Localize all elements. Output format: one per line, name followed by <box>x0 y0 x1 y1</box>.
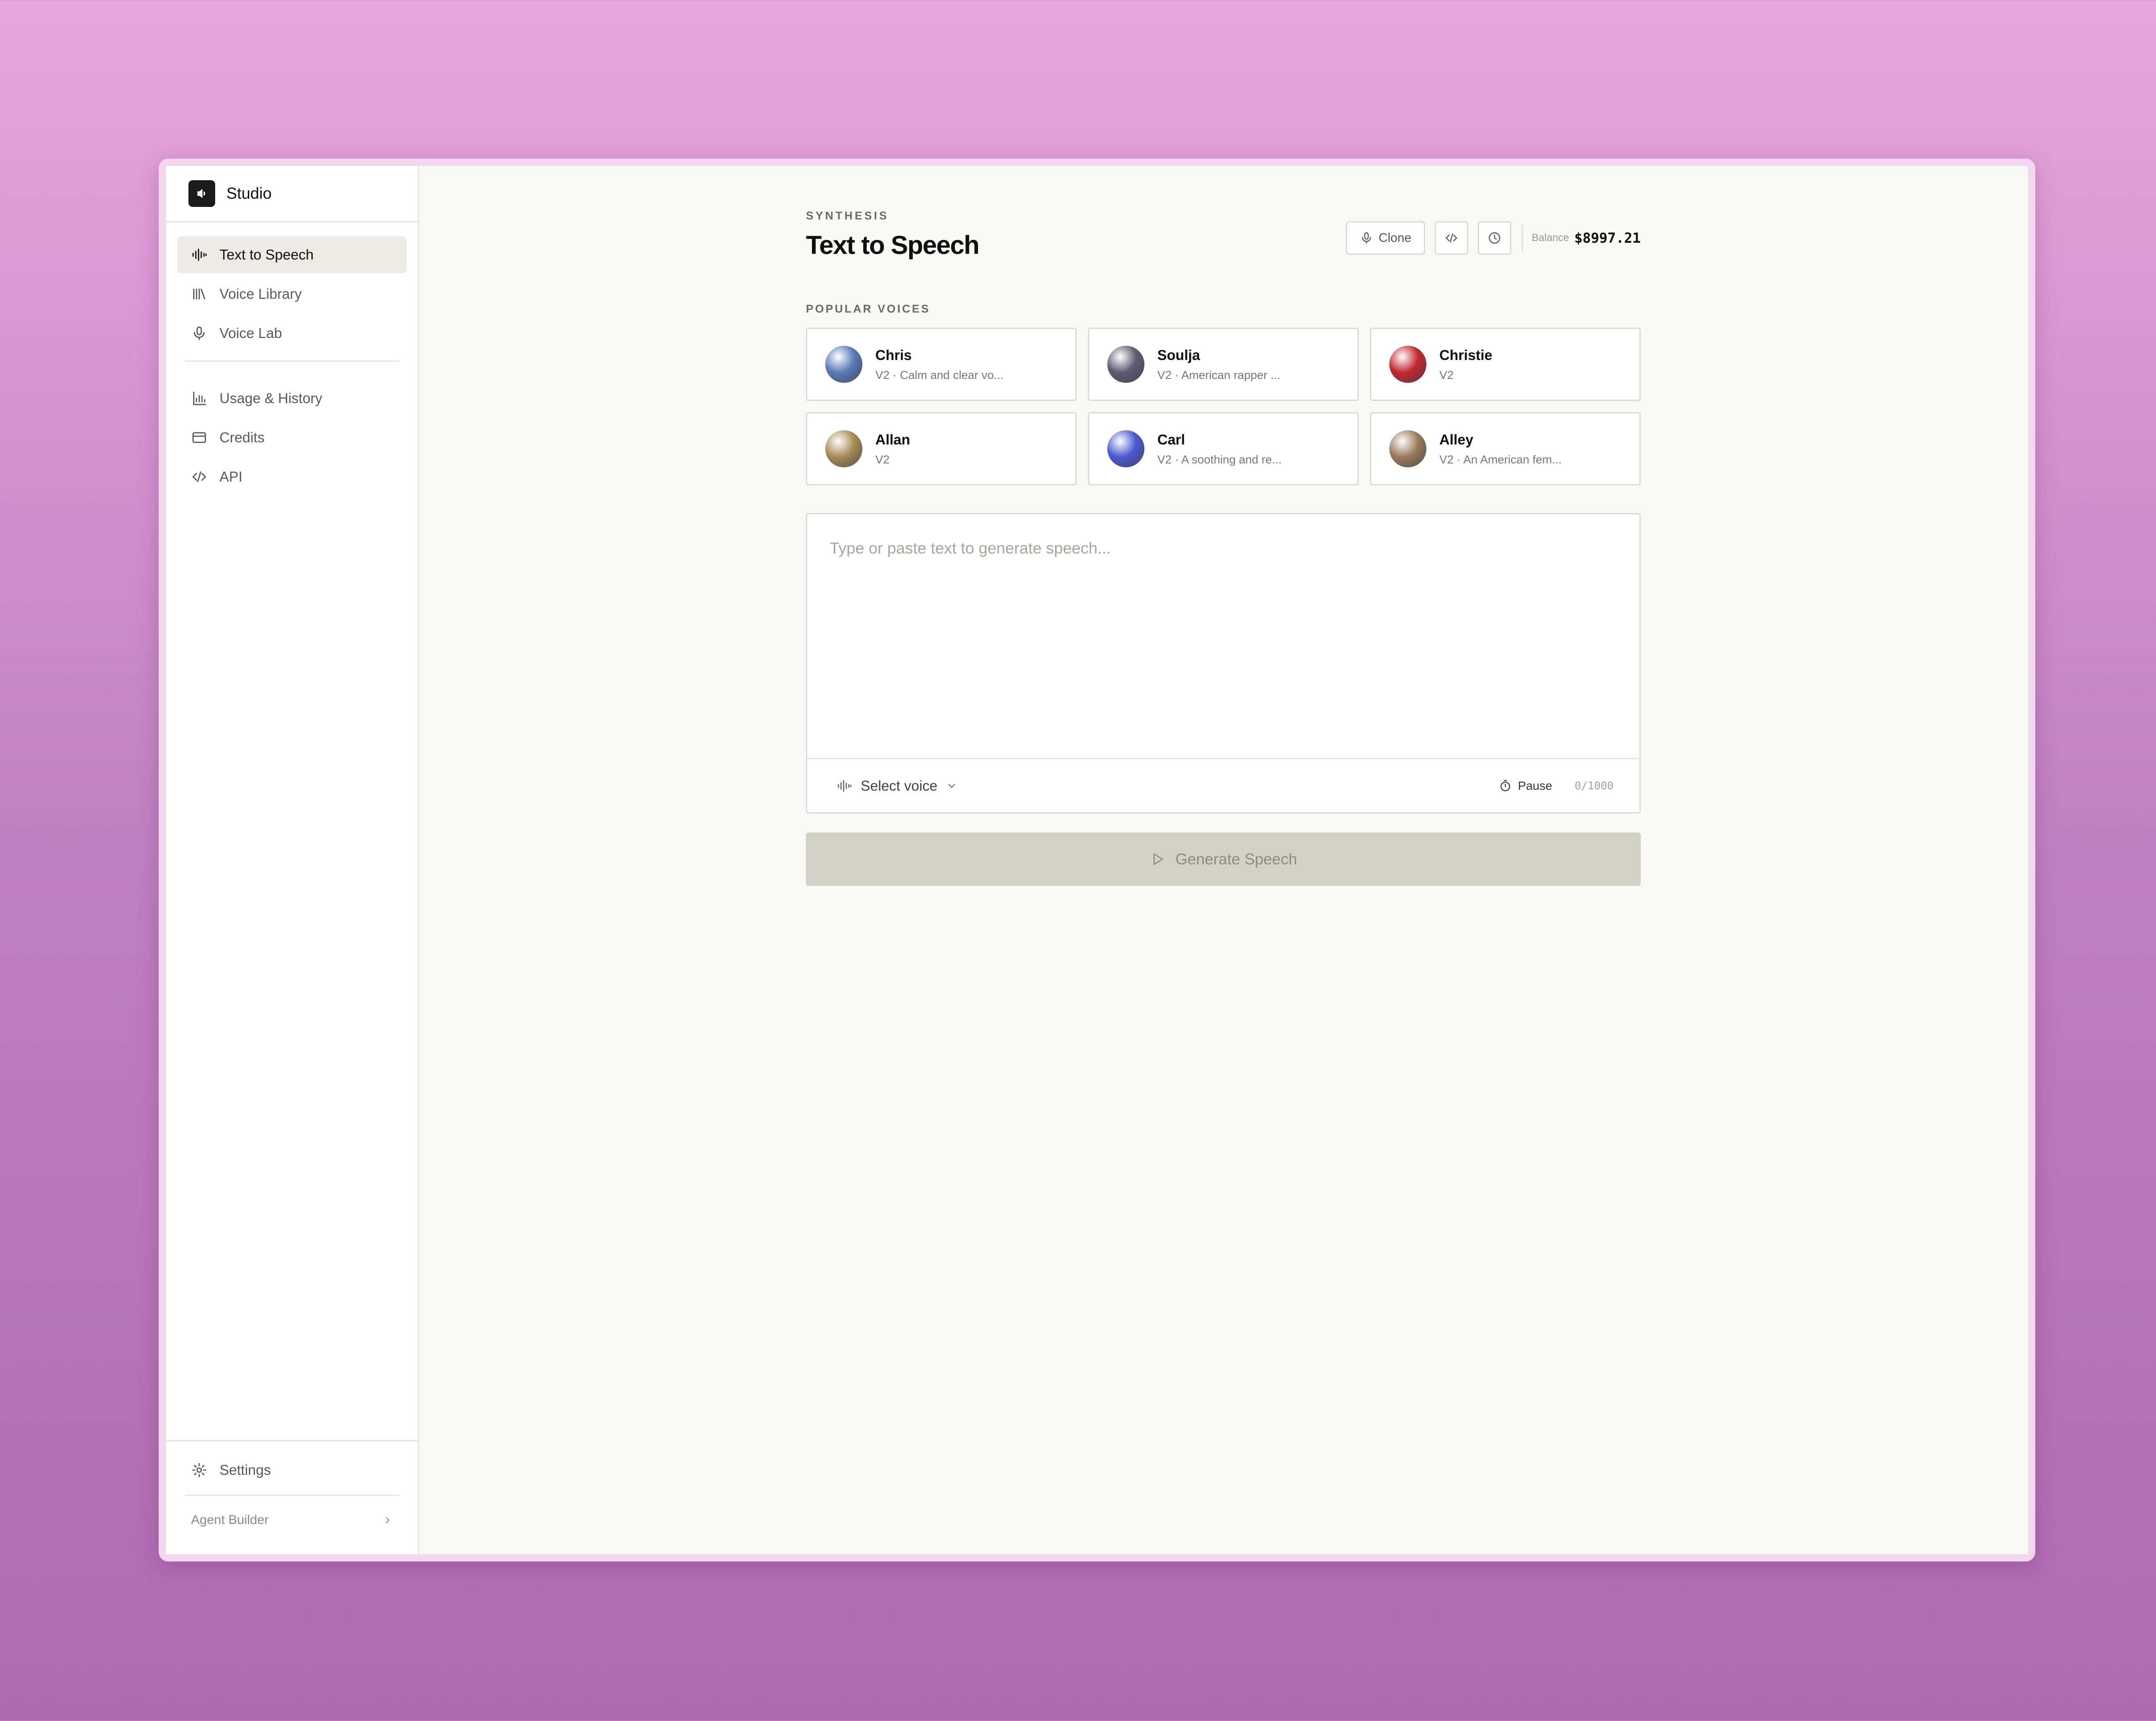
generate-speech-button[interactable]: Generate Speech <box>806 832 1641 886</box>
sidebar-divider <box>185 360 399 362</box>
timer-icon <box>1501 779 1510 791</box>
gear-icon <box>192 1463 207 1477</box>
pause-label: Pause <box>1518 779 1552 792</box>
voice-name: Chris <box>875 347 912 363</box>
app-frame: Studio Text to Speech Voice Library Voic… <box>159 159 2035 1561</box>
avatar <box>825 346 862 383</box>
sidebar-item-label: API <box>219 469 243 485</box>
voice-name: Alley <box>1439 431 1473 447</box>
select-voice-label: Select voice <box>861 777 937 794</box>
balance-label: Balance <box>1532 232 1569 244</box>
avatar <box>1107 430 1144 467</box>
text-editor: Select voice Pause <box>806 513 1641 814</box>
clone-label: Clone <box>1379 231 1412 245</box>
chevron-down-icon <box>948 784 955 788</box>
credit-card-icon <box>192 432 206 443</box>
header-toolbar: Clone Balance $8997.21 <box>1346 221 1641 255</box>
microphone-icon <box>1362 232 1371 244</box>
main-content: SYNTHESIS Text to Speech Clone Balance $… <box>419 166 2028 1554</box>
agent-builder-label: Agent Builder <box>191 1513 269 1527</box>
sidebar-item-voice-library[interactable]: Voice Library <box>177 275 407 313</box>
toolbar-divider <box>1522 225 1523 251</box>
select-voice-dropdown[interactable]: Select voice <box>837 778 957 794</box>
sidebar-footer: Settings Agent Builder <box>166 1440 418 1554</box>
avatar <box>825 430 862 467</box>
voice-description: V2 <box>1439 368 1454 382</box>
sidebar-item-label: Voice Lab <box>219 325 282 341</box>
section-eyebrow: SYNTHESIS <box>806 209 889 222</box>
voice-name: Allan <box>875 431 910 447</box>
voice-card-christie[interactable]: Christie V2 <box>1370 328 1641 401</box>
voice-card-alley[interactable]: Alley V2 · An American fem... <box>1370 412 1641 485</box>
microphone-icon <box>194 326 205 340</box>
avatar <box>1389 346 1426 383</box>
generate-speech-label: Generate Speech <box>1175 850 1297 868</box>
sidebar-item-credits[interactable]: Credits <box>177 419 407 456</box>
app-window: Studio Text to Speech Voice Library Voic… <box>166 166 2028 1554</box>
voice-description: V2 · Calm and clear vo... <box>875 368 1004 382</box>
voice-name: Soulja <box>1157 347 1200 363</box>
voice-description: V2 · An American fem... <box>1439 453 1562 466</box>
editor-toolbar: Select voice Pause 0/1000 <box>807 758 1639 812</box>
sidebar-item-voice-lab[interactable]: Voice Lab <box>177 315 407 352</box>
sidebar-item-label: Usage & History <box>219 390 323 406</box>
code-icon <box>192 471 206 482</box>
bar-chart-icon <box>193 391 206 405</box>
voice-card-carl[interactable]: Carl V2 · A soothing and re... <box>1088 412 1359 485</box>
voice-description: V2 · American rapper ... <box>1157 368 1281 382</box>
sidebar-item-settings[interactable]: Settings <box>177 1452 407 1489</box>
sidebar-item-usage-history[interactable]: Usage & History <box>177 380 407 417</box>
avatar <box>1107 346 1144 383</box>
pause-button[interactable]: Pause <box>1499 779 1552 793</box>
sidebar-item-label: Credits <box>219 429 265 445</box>
sidebar: Studio Text to Speech Voice Library Voic… <box>166 166 419 1554</box>
code-icon <box>1445 233 1457 243</box>
waveform-icon <box>838 780 852 792</box>
clock-icon <box>1489 232 1501 244</box>
voice-description: V2 · A soothing and re... <box>1157 453 1282 466</box>
sidebar-item-label: Voice Library <box>219 286 302 302</box>
clone-button[interactable]: Clone <box>1346 221 1426 255</box>
character-count: 0/1000 <box>1574 779 1614 792</box>
sidebar-item-label: Text to Speech <box>219 247 314 263</box>
chevron-right-icon <box>386 1517 390 1523</box>
brand: Studio <box>166 166 418 222</box>
popular-voices-label: POPULAR VOICES <box>806 302 931 315</box>
sidebar-nav: Text to Speech Voice Library Voice Lab U… <box>166 222 418 495</box>
voice-card-allan[interactable]: Allan V2 <box>806 412 1077 485</box>
content-column: SYNTHESIS Text to Speech Clone Balance $… <box>806 209 1641 886</box>
agent-builder-link[interactable]: Agent Builder <box>177 1496 407 1544</box>
voice-card-chris[interactable]: Chris V2 · Calm and clear vo... <box>806 328 1077 401</box>
voice-description: V2 <box>875 453 890 466</box>
sidebar-item-text-to-speech[interactable]: Text to Speech <box>177 236 407 273</box>
voice-name: Christie <box>1439 347 1492 363</box>
voice-card-soulja[interactable]: Soulja V2 · American rapper ... <box>1088 328 1359 401</box>
popular-voices-grid: Chris V2 · Calm and clear vo... Soulja V… <box>806 328 1641 485</box>
voice-name: Carl <box>1157 431 1185 447</box>
code-button[interactable] <box>1435 221 1469 255</box>
brand-name: Studio <box>226 185 272 202</box>
balance-value: $8997.21 <box>1574 230 1641 246</box>
library-icon <box>193 288 206 300</box>
sidebar-item-label: Settings <box>219 1462 271 1478</box>
history-button[interactable] <box>1478 221 1512 255</box>
avatar <box>1389 430 1426 467</box>
speech-text-input[interactable] <box>807 514 1639 759</box>
waveform-icon <box>192 248 207 261</box>
sidebar-item-api[interactable]: API <box>177 458 407 495</box>
play-icon <box>1153 853 1163 865</box>
speaker-icon <box>188 180 215 207</box>
